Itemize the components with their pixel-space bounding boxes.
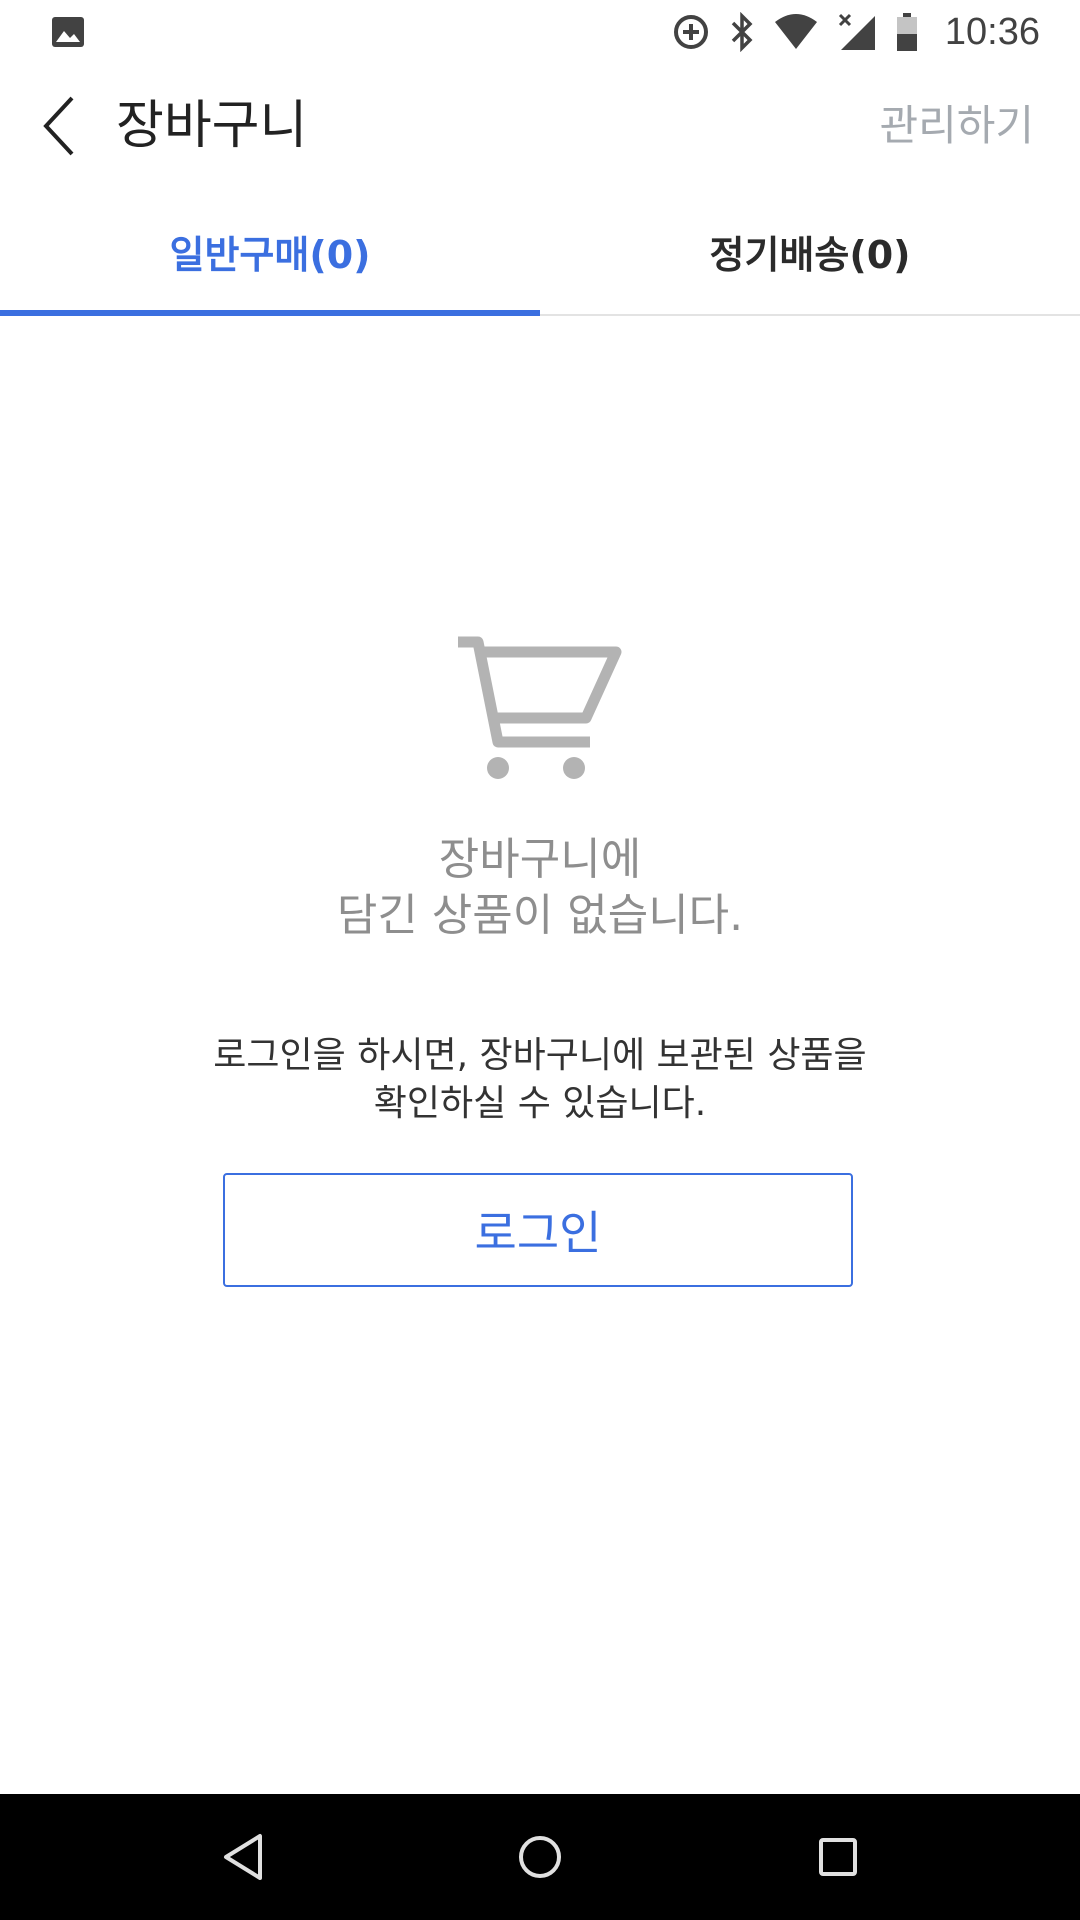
system-nav-bar [0, 1794, 1080, 1920]
login-hint: 로그인을 하시면, 장바구니에 보관된 상품을 확인하실 수 있습니다. [0, 1032, 1080, 1128]
app-bar: 장바구니 관리하기 [0, 64, 1080, 188]
status-bar: 10:36 [0, 0, 1080, 64]
clock: 10:36 [944, 10, 1040, 53]
tab-bar: 일반구매(0) 정기배송(0) [0, 188, 1080, 316]
cart-icon [458, 636, 622, 779]
empty-message-line-1: 장바구니에 [438, 834, 642, 885]
login-hint-line-2: 확인하실 수 있습니다. [373, 1083, 707, 1124]
login-hint-line-1: 로그인을 하시면, 장바구니에 보관된 상품을 [213, 1035, 867, 1076]
empty-cart-message: 장바구니에 담긴 상품이 없습니다. [0, 832, 1080, 944]
data-saver-icon [673, 15, 708, 49]
empty-message-line-2: 담긴 상품이 없습니다. [336, 890, 744, 941]
back-triangle-icon[interactable] [210, 1824, 276, 1890]
status-icons: 10:36 [671, 8, 1040, 56]
bluetooth-icon [731, 12, 753, 52]
no-signal-icon [838, 13, 875, 50]
tab-general-purchase[interactable]: 일반구매(0) [0, 188, 540, 316]
tab-subscription-delivery[interactable]: 정기배송(0) [540, 188, 1080, 314]
manage-button[interactable]: 관리하기 [879, 98, 1034, 154]
back-arrow-icon[interactable] [30, 84, 94, 168]
wifi-icon [774, 14, 817, 49]
battery-icon [896, 13, 917, 51]
home-circle-icon[interactable] [507, 1824, 573, 1890]
page-title: 장바구니 [116, 96, 308, 156]
recents-square-icon[interactable] [805, 1824, 871, 1890]
gallery-icon [52, 17, 84, 47]
login-button[interactable]: 로그인 [223, 1173, 853, 1287]
